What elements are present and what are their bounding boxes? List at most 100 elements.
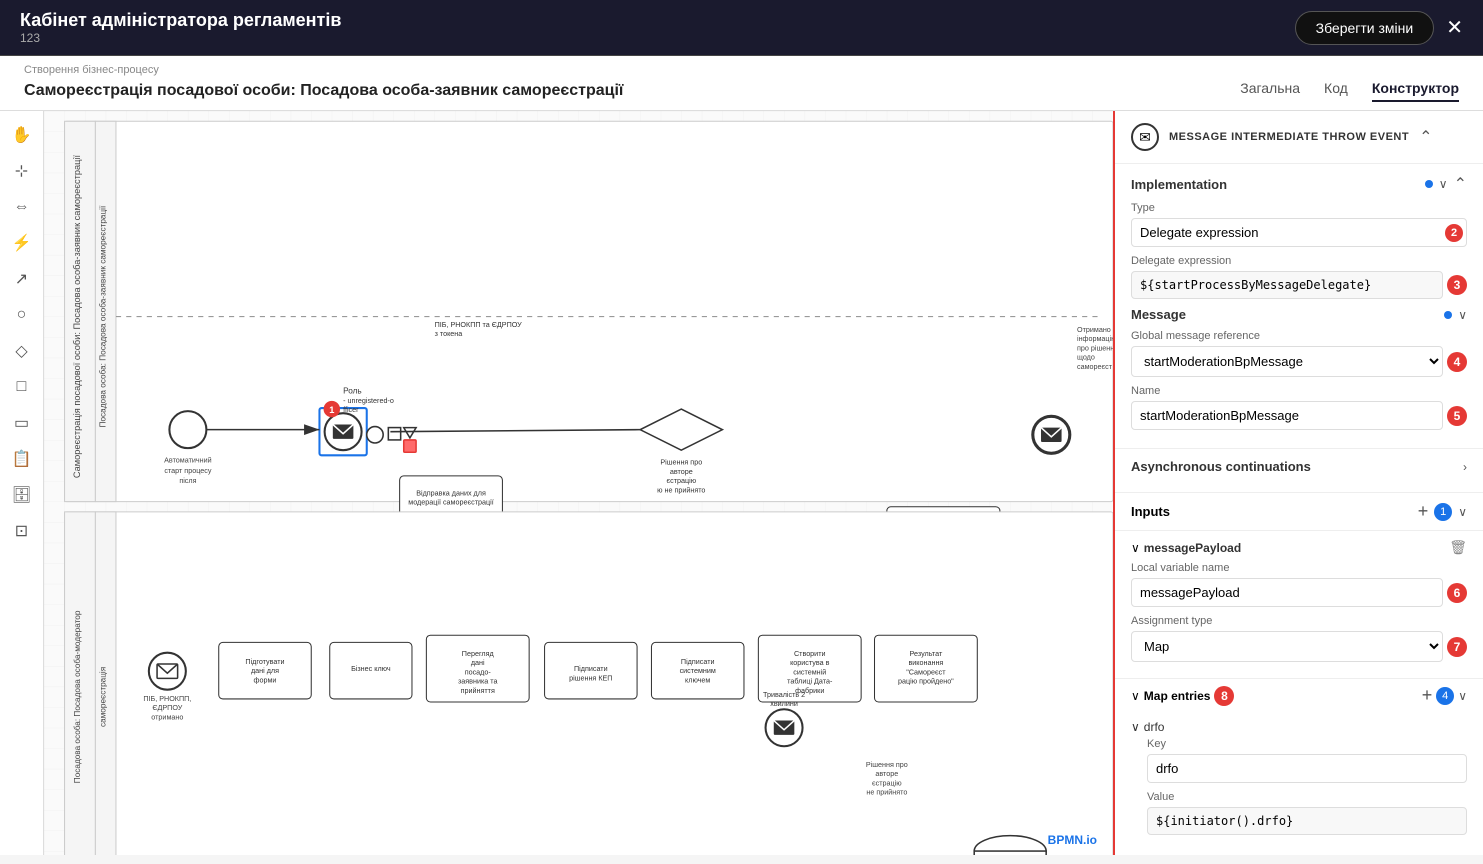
bpmn-canvas-svg: Самореєстрація посадової особи: Посадова… <box>44 111 1113 855</box>
map-entries-count: 4 <box>1436 687 1454 705</box>
svg-text:форми: форми <box>254 675 277 684</box>
assignment-type-select[interactable]: Map <box>1131 631 1443 662</box>
app-subtitle: 123 <box>20 31 341 45</box>
type-badge: 2 <box>1445 224 1463 242</box>
close-button[interactable]: ✕ <box>1446 15 1463 40</box>
svg-text:Автоматичний: Автоматичний <box>164 456 212 465</box>
delegate-expression-input[interactable] <box>1131 271 1443 299</box>
svg-text:ю не прийнято: ю не прийнято <box>657 485 705 494</box>
subprocess-icon[interactable]: ⊡ <box>6 515 38 547</box>
breadcrumb-bar: Створення бізнес-процесу Самореєстрація … <box>0 56 1483 111</box>
svg-text:дані: дані <box>471 658 485 667</box>
canvas-area[interactable]: Самореєстрація посадової особи: Посадова… <box>44 111 1113 855</box>
async-row: Asynchronous continuations › <box>1131 459 1467 474</box>
svg-text:єстрацію: єстрацію <box>872 778 902 787</box>
drfo-entry-name: ∨ drfo <box>1131 716 1467 738</box>
svg-text:самореєст: самореєст <box>1077 362 1113 371</box>
name-group: Name 5 <box>1131 385 1467 430</box>
variable-delete-button[interactable]: 🗑 <box>1449 539 1467 556</box>
svg-text:отримано: отримано <box>151 712 183 721</box>
svg-text:старт процесу: старт процесу <box>164 466 211 475</box>
delegate-badge: 3 <box>1447 275 1467 295</box>
breadcrumb: Створення бізнес-процесу <box>24 64 1459 76</box>
tab-bar: Загальна Код Конструктор <box>1240 80 1459 102</box>
inputs-count: 1 <box>1434 503 1452 521</box>
global-connect-icon[interactable]: ⚡ <box>6 227 38 259</box>
global-message-badge: 4 <box>1447 352 1467 372</box>
message-chevron[interactable]: ∨ <box>1458 308 1467 322</box>
global-message-label: Global message reference <box>1131 330 1467 342</box>
tab-code[interactable]: Код <box>1324 80 1348 102</box>
svg-text:самореєстрація: самореєстрація <box>99 667 108 727</box>
name-input[interactable] <box>1131 401 1443 430</box>
svg-text:Результат: Результат <box>910 649 943 658</box>
svg-text:рішення КЕП: рішення КЕП <box>569 673 612 682</box>
svg-text:Підготувати: Підготувати <box>245 657 284 666</box>
svg-text:Посадова особа: Посадова особа: Посадова особа: Посадова особа-модератор <box>73 610 82 783</box>
inputs-chevron[interactable]: ∨ <box>1458 505 1467 519</box>
svg-text:щодо: щодо <box>1077 353 1095 362</box>
rect-shape-icon[interactable]: ▭ <box>6 407 38 439</box>
global-message-select[interactable]: startModerationBpMessage <box>1131 346 1443 377</box>
map-entries-add-button[interactable]: + <box>1422 685 1433 706</box>
diamond-shape-icon[interactable]: ◇ <box>6 335 38 367</box>
implementation-label: Implementation <box>1131 177 1227 192</box>
app-title: Кабінет адміністратора регламентів <box>20 10 341 31</box>
svg-text:fficer: fficer <box>343 405 359 414</box>
delegate-expression-group: Delegate expression 3 <box>1131 255 1467 299</box>
hand-tool-icon[interactable]: ✋ <box>6 119 38 151</box>
svg-text:користува в: користува в <box>790 658 830 667</box>
inputs-controls: + 1 ∨ <box>1418 501 1467 522</box>
svg-text:ПІБ, РНОКПП,: ПІБ, РНОКПП, <box>143 694 191 703</box>
svg-text:авторе: авторе <box>670 467 693 476</box>
svg-text:заявника та: заявника та <box>458 677 498 686</box>
implementation-section: Implementation ∨ ⌃ Type Delegate express… <box>1115 164 1483 449</box>
local-var-input[interactable] <box>1131 578 1443 607</box>
drfo-label: drfo <box>1144 720 1165 734</box>
tab-constructor[interactable]: Конструктор <box>1372 80 1459 102</box>
svg-text:ЄДРПОУ: ЄДРПОУ <box>152 703 182 712</box>
svg-text:єстрацію: єстрацію <box>666 476 696 485</box>
lasso-tool-icon[interactable]: ⊹ <box>6 155 38 187</box>
svg-text:посадо-: посадо- <box>465 667 492 676</box>
global-message-group: Global message reference startModeration… <box>1131 330 1467 377</box>
map-entries-chevron[interactable]: ∨ <box>1458 689 1467 703</box>
message-dot <box>1444 311 1452 319</box>
implementation-expand[interactable]: ⌃ <box>1454 174 1467 194</box>
svg-text:Підписати: Підписати <box>574 664 608 673</box>
svg-text:Підписати: Підписати <box>681 657 715 666</box>
async-section: Asynchronous continuations › <box>1115 449 1483 493</box>
local-var-badge: 6 <box>1447 583 1467 603</box>
panel-expand-button[interactable]: ⌃ <box>1419 127 1432 147</box>
svg-text:рацію пройдено": рацію пройдено" <box>898 677 954 686</box>
svg-text:інформацію: інформацію <box>1077 334 1113 343</box>
svg-text:"Самореєст: "Самореєст <box>906 667 946 676</box>
map-entries-badge: 8 <box>1214 686 1234 706</box>
space-tool-icon[interactable]: ⇔ <box>6 191 38 223</box>
svg-text:виконання: виконання <box>908 658 943 667</box>
async-label: Asynchronous continuations <box>1131 459 1311 474</box>
drfo-key-input[interactable] <box>1147 754 1467 783</box>
name-label: Name <box>1131 385 1467 397</box>
page-title: Самореєстрація посадової особи: Посадова… <box>24 82 623 100</box>
page-title-row: Самореєстрація посадової особи: Посадова… <box>24 80 1459 110</box>
implementation-controls: ∨ ⌃ <box>1425 174 1467 194</box>
inputs-add-button[interactable]: + <box>1418 501 1429 522</box>
map-entries-header: ∨ Map entries 8 + 4 ∨ <box>1115 678 1483 712</box>
message-controls: ∨ <box>1444 308 1467 322</box>
svg-text:ПІБ, РНОКПП та ЄДРПОУ: ПІБ, РНОКПП та ЄДРПОУ <box>435 320 523 329</box>
type-select[interactable]: Delegate expression <box>1131 218 1467 247</box>
async-chevron[interactable]: › <box>1463 460 1467 474</box>
drfo-value-input[interactable] <box>1147 807 1467 835</box>
save-button[interactable]: Зберегти зміни <box>1295 11 1435 45</box>
task-shape-icon[interactable]: 📋 <box>6 443 38 475</box>
arrow-tool-icon[interactable]: ↗ <box>6 263 38 295</box>
inputs-header: Inputs + 1 ∨ <box>1115 493 1483 531</box>
data-store-icon[interactable]: 🗄 <box>6 479 38 511</box>
assignment-type-label: Assignment type <box>1131 615 1467 627</box>
tab-general[interactable]: Загальна <box>1240 80 1300 102</box>
implementation-chevron[interactable]: ∨ <box>1439 177 1448 191</box>
circle-shape-icon[interactable]: ○ <box>6 299 38 331</box>
main-content: ✋ ⊹ ⇔ ⚡ ↗ ○ ◇ □ ▭ 📋 🗄 ⊡ Самореєстрація п… <box>0 111 1483 855</box>
square-shape-icon[interactable]: □ <box>6 371 38 403</box>
